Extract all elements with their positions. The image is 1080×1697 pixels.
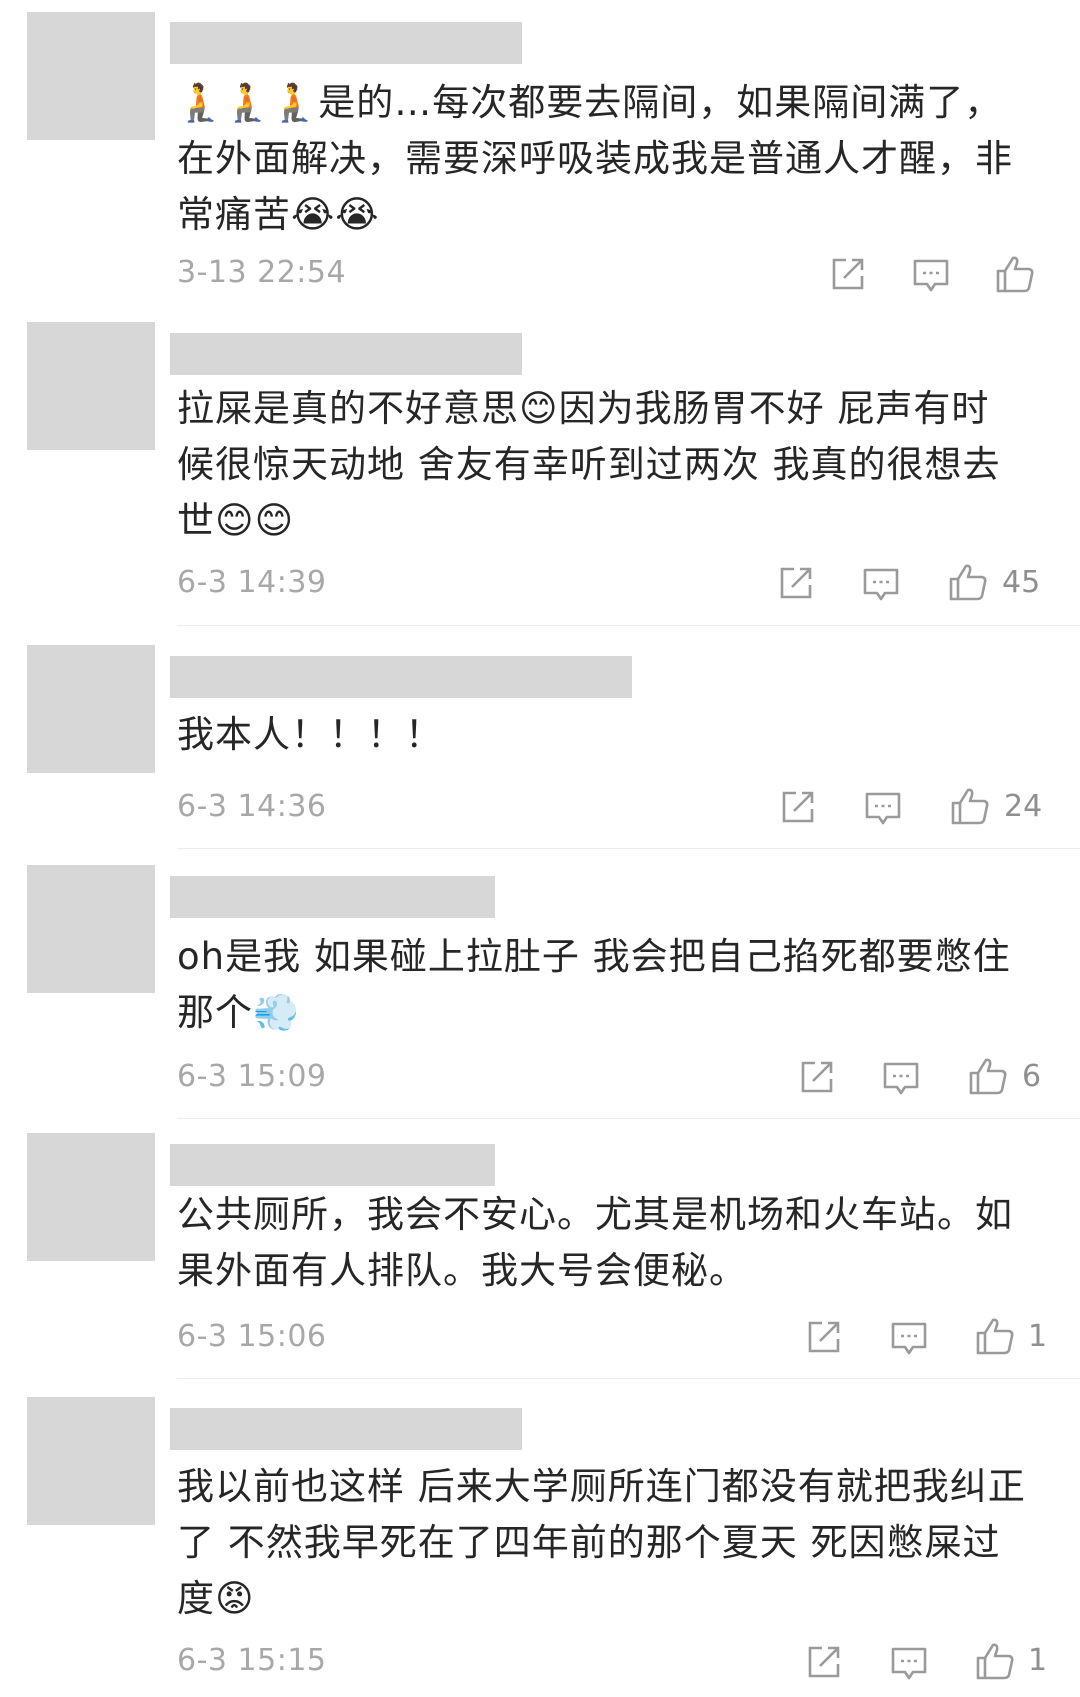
comment-line: 了 不然我早死在了四年前的那个夏天 死因憋屎过 (177, 1521, 1001, 1564)
comment-line: 果外面有人排队。我大号会便秘。 (177, 1249, 747, 1292)
comment-date: 6-3 14:39 (177, 565, 327, 600)
comment-icon[interactable] (864, 791, 902, 827)
avatar[interactable] (27, 12, 155, 140)
like-count: 24 (1004, 789, 1043, 824)
comment-line: 拉屎是真的不好意思😊因为我肠胃不好 屁声有时 (177, 387, 990, 430)
avatar[interactable] (27, 645, 155, 773)
comment-icon[interactable] (890, 1646, 928, 1682)
comment-icon[interactable] (912, 258, 950, 294)
comment-line: oh是我 如果碰上拉肚子 我会把自己掐死都要憋住 (177, 935, 1011, 978)
comment-line: 我本人！！！！ (177, 713, 443, 756)
thumbs-up-icon[interactable] (950, 786, 990, 826)
comment-text: 我以前也这样 后来大学厕所连门都没有就把我纠正 了 不然我早死在了四年前的那个夏… (177, 1459, 1057, 1627)
comment-line: 我以前也这样 后来大学厕所连门都没有就把我纠正 (177, 1465, 1026, 1508)
comment-line: 🧎🧎🧎是的…每次都要去隔间，如果隔间满了， (177, 81, 1003, 124)
divider (177, 1378, 1080, 1379)
comment-line: 世😊😊 (177, 499, 295, 542)
thumbs-up-icon[interactable] (995, 254, 1035, 294)
comment-text: 拉屎是真的不好意思😊因为我肠胃不好 屁声有时 候很惊天动地 舍友有幸听到过两次 … (177, 381, 1057, 549)
comment-line: 常痛苦😭😭 (177, 193, 380, 236)
comment-line: 那个💨 (177, 991, 301, 1034)
like-count: 1 (1028, 1319, 1048, 1354)
comment-line: 公共厕所，我会不安心。尤其是机场和火车站。如 (177, 1193, 1013, 1236)
avatar[interactable] (27, 1397, 155, 1525)
share-icon[interactable] (806, 1319, 842, 1355)
comment-text: 🧎🧎🧎是的…每次都要去隔间，如果隔间满了， 在外面解决，需要深呼吸装成我是普通人… (177, 75, 1057, 243)
comment-line: 在外面解决，需要深呼吸装成我是普通人才醒，非 (177, 137, 1013, 180)
avatar[interactable] (27, 865, 155, 993)
share-icon[interactable] (830, 256, 866, 292)
thumbs-up-icon[interactable] (975, 1316, 1015, 1356)
like-count: 45 (1002, 565, 1041, 600)
divider (177, 848, 1080, 849)
share-icon[interactable] (799, 1059, 835, 1095)
avatar[interactable] (27, 322, 155, 450)
comment-date: 3-13 22:54 (177, 255, 347, 290)
comment-icon[interactable] (862, 567, 900, 603)
username-placeholder[interactable] (170, 656, 632, 698)
avatar[interactable] (27, 1133, 155, 1261)
share-icon[interactable] (806, 1644, 842, 1680)
comment-date: 6-3 15:09 (177, 1059, 327, 1094)
comment-text: oh是我 如果碰上拉肚子 我会把自己掐死都要憋住 那个💨 (177, 929, 1057, 1041)
comment-icon[interactable] (890, 1321, 928, 1357)
like-count: 1 (1028, 1643, 1048, 1678)
like-count: 6 (1022, 1059, 1042, 1094)
username-placeholder[interactable] (170, 876, 495, 918)
divider (177, 1118, 1080, 1119)
thumbs-up-icon[interactable] (968, 1056, 1008, 1096)
comment-text: 我本人！！！！ (177, 707, 1057, 763)
comment-line: 度😡 (177, 1577, 255, 1620)
username-placeholder[interactable] (170, 333, 522, 375)
thumbs-up-icon[interactable] (975, 1641, 1015, 1681)
comment-line: 候很惊天动地 舍友有幸听到过两次 我真的很想去 (177, 443, 1001, 486)
share-icon[interactable] (778, 565, 814, 601)
username-placeholder[interactable] (170, 22, 522, 64)
comment-date: 6-3 15:15 (177, 1643, 327, 1678)
thumbs-up-icon[interactable] (948, 562, 988, 602)
comment-text: 公共厕所，我会不安心。尤其是机场和火车站。如 果外面有人排队。我大号会便秘。 (177, 1187, 1057, 1299)
divider (177, 625, 1080, 626)
username-placeholder[interactable] (170, 1408, 522, 1450)
comment-date: 6-3 15:06 (177, 1319, 327, 1354)
comment-date: 6-3 14:36 (177, 789, 327, 824)
username-placeholder[interactable] (170, 1144, 495, 1186)
comment-icon[interactable] (882, 1061, 920, 1097)
share-icon[interactable] (780, 789, 816, 825)
